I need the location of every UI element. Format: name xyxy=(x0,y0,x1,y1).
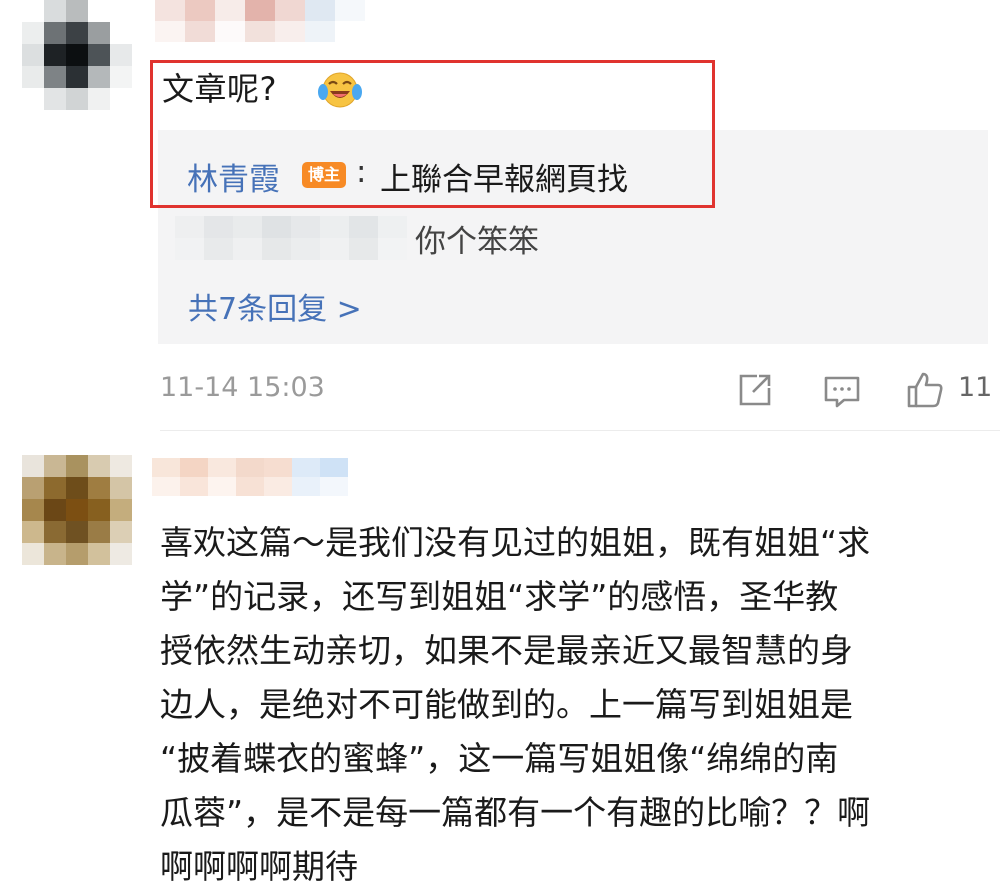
comment-line: “披着蝶衣的蜜蜂”，这一篇写姐姐像“绵绵的南 xyxy=(160,739,839,778)
avatar[interactable] xyxy=(22,0,132,110)
highlight-annotation-box xyxy=(150,60,715,208)
comment-line: 喜欢这篇～是我们没有见过的姐姐，既有姐姐“求 xyxy=(160,523,871,562)
comment-line: 边人，是绝对不可能做到的。上一篇写到姐姐是 xyxy=(160,685,853,724)
comment-line: 啊啊啊啊期待 xyxy=(160,847,358,886)
reply-author-blurred[interactable] xyxy=(175,216,407,260)
share-icon[interactable] xyxy=(735,370,775,410)
thumbs-up-like-icon[interactable] xyxy=(905,370,945,410)
author-name-blurred[interactable] xyxy=(152,458,348,496)
author-name-blurred[interactable] xyxy=(155,0,365,42)
comment-line: 瓜蓉”，是不是每一篇都有一个有趣的比喻？？啊 xyxy=(160,793,871,832)
comment-line: 授依然生动亲切，如果不是最亲近又最智慧的身 xyxy=(160,631,853,670)
avatar[interactable] xyxy=(22,455,132,565)
like-count: 11 xyxy=(958,372,993,403)
comment-line: 学”的记录，还写到姐姐“求学”的感悟，圣华教 xyxy=(160,577,839,616)
comment-body: 喜欢这篇～是我们没有见过的姐姐，既有姐姐“求 学”的记录，还写到姐姐“求学”的感… xyxy=(160,516,995,894)
comment-reply-icon[interactable] xyxy=(822,370,862,410)
comment-timestamp: 11-14 15:03 xyxy=(160,372,325,403)
reply-text: 你个笨笨 xyxy=(415,224,539,260)
comment-divider xyxy=(160,430,1000,431)
view-more-replies-link[interactable]: 共7条回复 > xyxy=(188,284,362,328)
